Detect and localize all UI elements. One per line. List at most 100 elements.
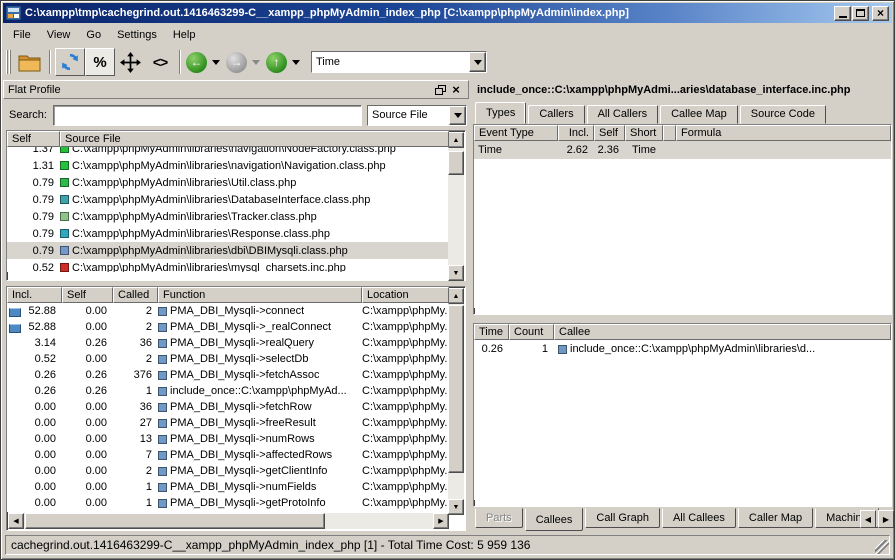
title-bar[interactable]: C:\xampp\tmp\cachegrind.out.1416463299-C… [3, 3, 892, 23]
combobox-dropdown-button[interactable] [449, 106, 466, 125]
forward-dropdown-icon[interactable] [252, 60, 260, 65]
minimize-button[interactable] [834, 6, 851, 21]
close-button[interactable]: × [872, 6, 889, 21]
callee-row[interactable]: 0.26 1 include_once::C:\xampp\phpMyAdmin… [474, 340, 891, 358]
column-header-incl[interactable]: Incl. [7, 287, 62, 303]
function-table-row[interactable]: 0.00 0.00 1 PMA_DBI_Mysqli->numFields C:… [7, 479, 449, 495]
vertical-scrollbar[interactable]: ▲ ▼ [448, 132, 464, 281]
file-table-row[interactable]: 1.31 C:\xampp\phpMyAdmin\libraries\navig… [7, 157, 449, 174]
scroll-down-button[interactable]: ▼ [448, 499, 464, 515]
cost-bar-icon [9, 324, 21, 333]
maximize-button[interactable] [852, 6, 869, 21]
column-header-self[interactable]: Self [594, 125, 625, 141]
up-dropdown-icon[interactable] [292, 60, 300, 65]
menu-item[interactable]: View [39, 27, 79, 43]
shorten-templates-button[interactable]: <> [145, 48, 175, 76]
detail-tab[interactable]: Callee Map [660, 105, 738, 124]
incl-cost-cell: 0.00 [7, 465, 62, 477]
tab-scroll-right-button[interactable]: ▶ [878, 510, 894, 528]
scroll-down-button[interactable]: ▼ [448, 265, 464, 281]
scrollbar-thumb[interactable] [448, 305, 464, 473]
file-table-row[interactable]: 0.79 C:\xampp\phpMyAdmin\libraries\Track… [7, 208, 449, 225]
refresh-button[interactable] [55, 48, 85, 76]
dock-title: Flat Profile [8, 84, 432, 96]
column-header-short[interactable]: Short [625, 125, 663, 141]
combobox-dropdown-button[interactable] [469, 52, 486, 72]
relative-percent-button[interactable]: % [85, 48, 115, 76]
column-header-source-file[interactable]: Source File [60, 131, 449, 147]
file-table-row[interactable]: 0.79 C:\xampp\phpMyAdmin\libraries\Respo… [7, 225, 449, 242]
detail-bottom-tab[interactable]: Callees [525, 508, 584, 531]
app-window: C:\xampp\tmp\cachegrind.out.1416463299-C… [0, 0, 895, 560]
column-header-called[interactable]: Called [113, 287, 158, 303]
scroll-up-icon: ▲ [453, 293, 460, 300]
scrollbar-thumb[interactable] [448, 151, 464, 175]
dock-title-bar[interactable]: Flat Profile × [3, 80, 469, 99]
detail-bottom-tab[interactable]: Caller Map [738, 508, 813, 528]
function-table-row[interactable]: 3.14 0.26 36 PMA_DBI_Mysqli->realQuery C… [7, 335, 449, 351]
forward-button[interactable]: → [226, 52, 247, 73]
function-name: PMA_DBI_Mysqli->freeResult [170, 417, 316, 429]
function-table-row[interactable]: 0.00 0.00 27 PMA_DBI_Mysqli->freeResult … [7, 415, 449, 431]
scroll-up-button[interactable]: ▲ [448, 132, 464, 148]
horizontal-scrollbar[interactable]: ◀ ▶ [8, 513, 449, 529]
function-table-row[interactable]: 52.88 0.00 2 PMA_DBI_Mysqli->_realConnec… [7, 319, 449, 335]
menu-item[interactable]: File [5, 27, 39, 43]
search-input[interactable] [53, 105, 362, 126]
column-header-incl[interactable]: Incl. [558, 125, 594, 141]
toolbar-drag-handle[interactable] [6, 50, 13, 74]
event-type-combobox[interactable]: Time [311, 51, 487, 73]
detail-bottom-tab[interactable]: Call Graph [585, 508, 660, 528]
column-header-function[interactable]: Function [158, 287, 362, 303]
file-table-row[interactable]: 0.52 C:\xampp\phpMyAdmin\libraries\mysql… [7, 259, 449, 272]
back-button[interactable]: ← [186, 52, 207, 73]
column-header-self[interactable]: Self [62, 287, 113, 303]
file-table-row[interactable]: 0.79 C:\xampp\phpMyAdmin\libraries\dbi\D… [7, 242, 449, 259]
file-table-row[interactable]: 0.79 C:\xampp\phpMyAdmin\libraries\Datab… [7, 191, 449, 208]
detail-bottom-tab[interactable]: All Callees [662, 508, 736, 528]
scroll-up-button[interactable]: ▲ [448, 288, 464, 304]
detail-tab[interactable]: Callers [528, 105, 584, 124]
dock-close-button[interactable]: × [448, 83, 464, 97]
grouping-combobox[interactable]: Source File [367, 105, 467, 126]
detail-tab[interactable]: Source Code [740, 105, 826, 124]
function-table-row[interactable]: 0.26 0.26 1 include_once::C:\xampp\phpMy… [7, 383, 449, 399]
tab-scroll-left-button[interactable]: ◀ [860, 510, 876, 528]
self-cost-value: 0.79 [7, 228, 60, 240]
detail-tab[interactable]: Types [475, 102, 526, 124]
column-header-count[interactable]: Count [509, 324, 554, 340]
menu-item[interactable]: Settings [109, 27, 165, 43]
column-header-event-type[interactable]: Event Type [474, 125, 558, 141]
back-dropdown-icon[interactable] [212, 60, 220, 65]
dock-float-button[interactable] [432, 83, 448, 97]
function-table-row[interactable]: 52.88 0.00 2 PMA_DBI_Mysqli->connect C:\… [7, 303, 449, 319]
cycle-grouping-button[interactable] [115, 48, 145, 76]
function-table-row[interactable]: 0.26 0.26 376 PMA_DBI_Mysqli->fetchAssoc… [7, 367, 449, 383]
up-button[interactable]: ↑ [266, 52, 287, 73]
menu-item[interactable]: Go [78, 27, 109, 43]
detail-tab[interactable]: All Callers [587, 105, 659, 124]
file-table-row[interactable]: 0.79 C:\xampp\phpMyAdmin\libraries\Util.… [7, 174, 449, 191]
column-header-spacer[interactable] [663, 125, 676, 141]
column-header-formula[interactable]: Formula [676, 125, 891, 141]
resize-grip[interactable] [875, 540, 889, 554]
column-header-time[interactable]: Time [474, 324, 509, 340]
scroll-right-button[interactable]: ▶ [433, 513, 449, 529]
function-table-row[interactable]: 0.52 0.00 2 PMA_DBI_Mysqli->selectDb C:\… [7, 351, 449, 367]
event-type-row[interactable]: Time 2.62 2.36 Time [474, 141, 891, 159]
open-file-button[interactable] [15, 48, 45, 76]
function-table-row[interactable]: 0.00 0.00 13 PMA_DBI_Mysqli->numRows C:\… [7, 431, 449, 447]
menu-item[interactable]: Help [165, 27, 204, 43]
vertical-scrollbar[interactable]: ▲ ▼ [448, 288, 464, 515]
column-header-self[interactable]: Self [7, 131, 60, 147]
file-type-icon [60, 229, 69, 238]
column-header-callee[interactable]: Callee [554, 324, 891, 340]
scroll-left-button[interactable]: ◀ [8, 513, 24, 529]
column-header-location[interactable]: Location [362, 287, 449, 303]
function-table-row[interactable]: 0.00 0.00 1 PMA_DBI_Mysqli->getProtoInfo… [7, 495, 449, 511]
detail-bottom-tab[interactable]: Parts [475, 508, 523, 528]
scrollbar-thumb[interactable] [25, 513, 325, 529]
function-table-row[interactable]: 0.00 0.00 36 PMA_DBI_Mysqli->fetchRow C:… [7, 399, 449, 415]
function-table-row[interactable]: 0.00 0.00 7 PMA_DBI_Mysqli->affectedRows… [7, 447, 449, 463]
function-table-row[interactable]: 0.00 0.00 2 PMA_DBI_Mysqli->getClientInf… [7, 463, 449, 479]
